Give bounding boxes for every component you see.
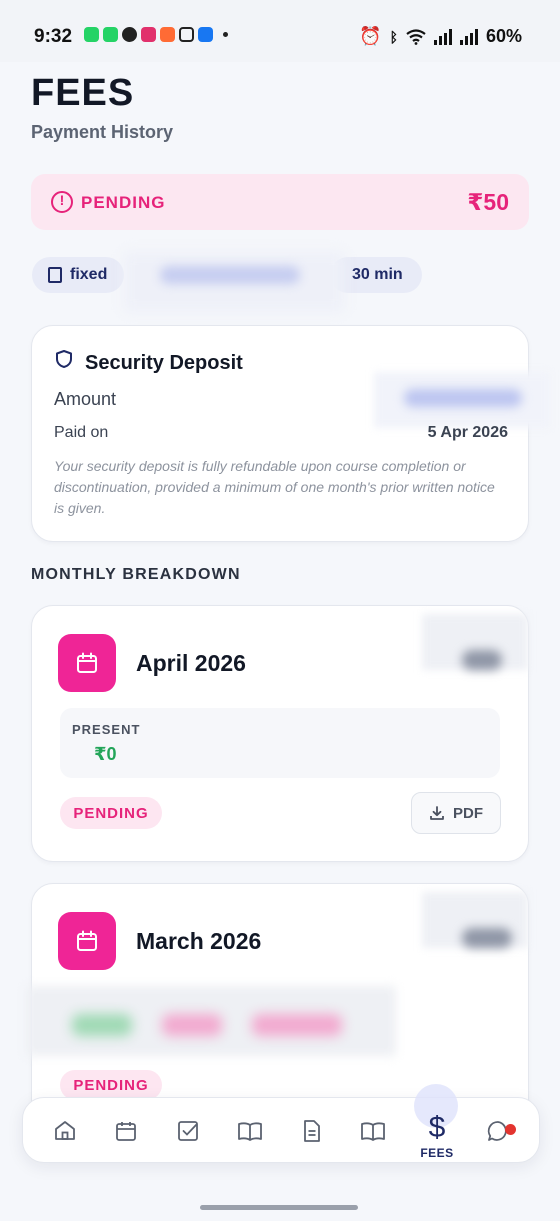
security-deposit-card: Security Deposit Amount Paid on 5 Apr 20… <box>31 325 550 542</box>
status-badge: PENDING <box>60 797 162 829</box>
redacted-month-total-text <box>462 650 502 670</box>
nav-fees[interactable]: $ FEES <box>414 1111 460 1161</box>
home-indicator[interactable] <box>200 1205 358 1210</box>
month-title: April 2026 <box>136 650 246 676</box>
book-icon <box>361 1122 385 1141</box>
whatsapp-business-icon <box>103 27 118 42</box>
nav-documents[interactable] <box>297 1116 327 1146</box>
present-box <box>60 708 500 778</box>
chat-bubble-icon <box>122 27 137 42</box>
status-right: ⏰ ᛒ 60% <box>359 26 522 47</box>
status-badge: PENDING <box>60 1070 162 1100</box>
status-time: 9:32 <box>34 26 73 47</box>
nav-courses[interactable] <box>235 1116 265 1146</box>
redacted-value <box>162 1014 222 1036</box>
notification-icons <box>84 27 228 42</box>
app-notification-icon <box>160 27 175 42</box>
nav-home[interactable] <box>50 1116 80 1146</box>
status-bar: 9:32 ⏰ ᛒ 60% <box>0 0 560 62</box>
security-deposit-title: Security Deposit <box>85 352 243 374</box>
deposit-note: Your security deposit is fully refundabl… <box>54 458 495 516</box>
duration-chip-label: 30 min <box>352 266 403 283</box>
message-icon <box>179 27 194 42</box>
pending-status: PENDING <box>81 193 166 212</box>
paid-on-label: Paid on <box>54 424 109 441</box>
instagram-icon <box>141 27 156 42</box>
book-open-icon <box>238 1122 262 1141</box>
nav-library[interactable] <box>358 1116 388 1146</box>
nav-calendar[interactable] <box>111 1116 141 1146</box>
document-icon <box>304 1120 320 1142</box>
nav-tasks[interactable] <box>173 1116 203 1146</box>
home-icon <box>55 1121 75 1140</box>
amount-label: Amount <box>54 389 117 409</box>
more-notifications-icon <box>223 32 228 37</box>
plan-chip-label: fixed <box>70 266 108 283</box>
app-icon <box>198 27 213 42</box>
wifi-icon <box>406 28 426 45</box>
redacted-amount-text <box>404 389 522 407</box>
book-icon <box>48 267 62 283</box>
plan-chip: fixed <box>32 257 124 293</box>
month-card-april[interactable]: April 2026 PRESENT ₹0 PENDING PDF <box>31 605 529 862</box>
calendar-badge <box>58 912 116 970</box>
battery-percent: 60% <box>485 26 522 46</box>
dollar-icon: $ <box>428 1111 446 1144</box>
calendar-icon <box>116 1122 136 1141</box>
whatsapp-icon <box>84 27 99 42</box>
redacted-chip-text <box>160 266 300 284</box>
pending-banner[interactable]: PENDING ₹50 <box>31 174 529 230</box>
alert-circle-icon <box>51 191 73 213</box>
present-label: PRESENT <box>72 722 141 737</box>
month-title: March 2026 <box>136 928 262 954</box>
alarm-icon: ⏰ <box>359 26 382 46</box>
shield-icon <box>56 350 72 368</box>
page-title: FEES <box>31 72 135 114</box>
calendar-icon <box>77 930 97 951</box>
nav-fees-label: FEES <box>420 1146 454 1160</box>
download-pdf-button[interactable]: PDF <box>411 792 501 834</box>
pending-amount: ₹50 <box>467 189 509 215</box>
signal-icon <box>433 28 452 45</box>
bottom-nav: $ FEES <box>22 1084 540 1163</box>
notification-dot <box>505 1124 516 1135</box>
calendar-badge <box>58 634 116 692</box>
page-subtitle: Payment History <box>31 122 174 142</box>
checkbox-icon <box>178 1121 198 1141</box>
pdf-label: PDF <box>453 804 483 822</box>
redacted-month-total-text <box>462 928 512 948</box>
redacted-value <box>252 1014 342 1036</box>
monthly-breakdown-heading: MONTHLY BREAKDOWN <box>31 566 241 583</box>
calendar-icon <box>77 652 97 673</box>
bluetooth-icon: ᛒ <box>389 28 398 45</box>
present-value: ₹0 <box>94 744 117 764</box>
paid-on-date: 5 Apr 2026 <box>427 424 508 441</box>
signal-2-icon <box>459 28 478 45</box>
redacted-value <box>72 1014 132 1036</box>
download-icon <box>430 806 444 820</box>
